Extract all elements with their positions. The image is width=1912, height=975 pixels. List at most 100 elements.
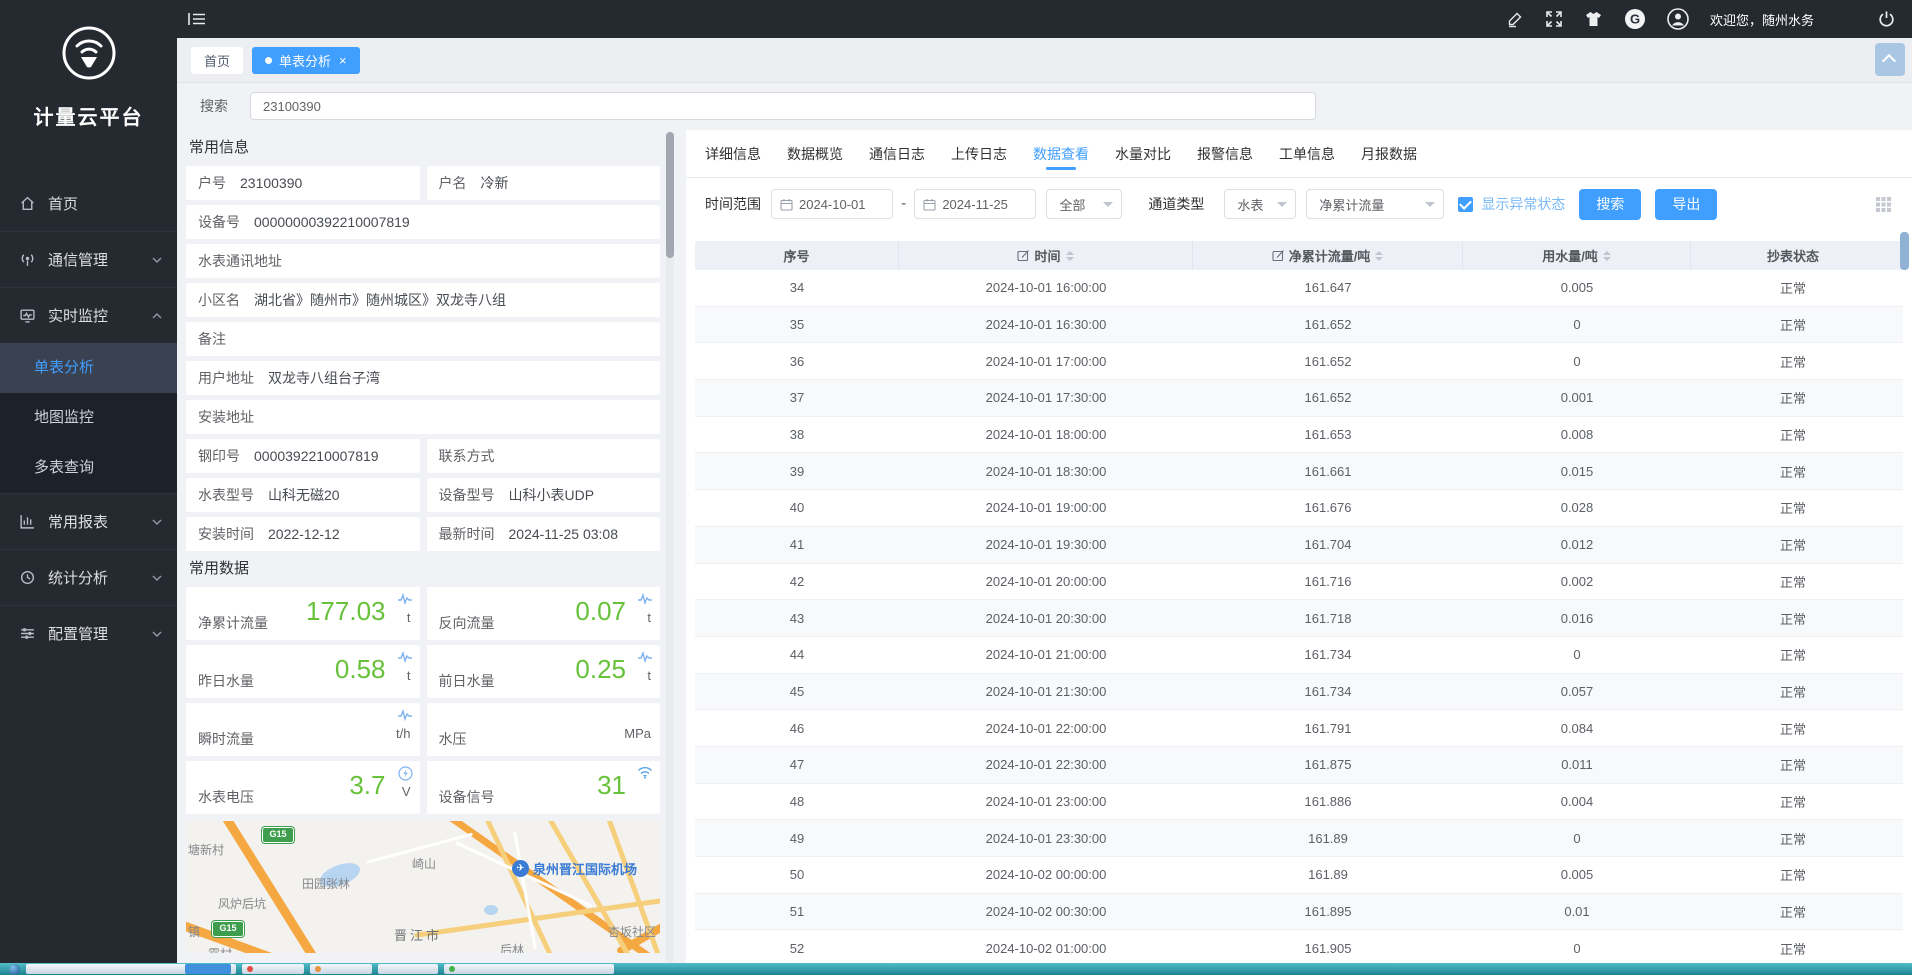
abnormal-status-checkbox[interactable]	[1458, 197, 1473, 212]
field-box: 设备号00000000392210007819	[186, 205, 660, 239]
taskbar-window-button[interactable]	[26, 964, 236, 974]
close-icon[interactable]: ×	[339, 53, 347, 68]
sidebar-item-multi-meter-query[interactable]: 多表查询	[0, 443, 177, 493]
date-from-input[interactable]: 2024-10-01	[771, 189, 893, 219]
map[interactable]: 塘新村田园张林崎山风炉后坑镇晋江市后林杏坂社区霞村G15G15✈泉州晋江国际机场	[186, 821, 660, 953]
channel-type-label: 通道类型	[1148, 194, 1204, 214]
table-cell: 正常	[1691, 388, 1895, 407]
table-cell: 0	[1463, 831, 1691, 846]
date-to-input[interactable]: 2024-11-25	[914, 189, 1036, 219]
detail-tab-8[interactable]: 月报数据	[1361, 130, 1417, 177]
left-panel-scrollbar[interactable]	[666, 132, 674, 963]
column-header-3[interactable]: 用水量/吨	[1463, 241, 1691, 270]
app-logo-icon	[60, 69, 118, 86]
table-cell: 0	[1463, 317, 1691, 332]
airport-marker: ✈泉州晋江国际机场	[512, 859, 637, 878]
grid-view-icon[interactable]	[1875, 196, 1892, 213]
collapse-menu-icon[interactable]	[187, 10, 207, 28]
field-label: 户号	[198, 173, 226, 193]
taskbar-window-button[interactable]	[444, 964, 614, 974]
table-cell: 161.89	[1193, 867, 1463, 882]
taskbar-window-button[interactable]	[242, 964, 304, 974]
scrollbar-thumb[interactable]	[666, 132, 674, 258]
table-row: 492024-10-01 23:30:00161.890正常	[695, 820, 1903, 857]
sort-icon[interactable]	[1375, 251, 1383, 261]
table-cell: 42	[695, 574, 899, 589]
power-icon[interactable]	[1877, 10, 1896, 29]
road-badge: G15	[212, 921, 244, 937]
card-row: 水表电压3.7V设备信号31	[186, 761, 660, 814]
table-cell: 正常	[1691, 352, 1895, 371]
table-cell: 49	[695, 831, 899, 846]
tab-single-meter-analysis[interactable]: 单表分析×	[252, 47, 360, 74]
sidebar-item-communication[interactable]: 通信管理	[0, 231, 177, 287]
date-from-value: 2024-10-01	[799, 197, 866, 212]
scroll-up-button[interactable]	[1875, 43, 1905, 76]
column-header-2[interactable]: 净累计流量/吨	[1193, 241, 1463, 270]
field-value: 2022-12-12	[268, 526, 340, 542]
detail-tab-7[interactable]: 工单信息	[1279, 130, 1335, 177]
sidebar-item-home[interactable]: 首页	[0, 176, 177, 231]
table-cell: 2024-10-01 18:30:00	[899, 464, 1193, 479]
table-cell: 161.734	[1193, 647, 1463, 662]
user-avatar-icon[interactable]	[1667, 8, 1689, 30]
table-cell: 2024-10-01 18:00:00	[899, 427, 1193, 442]
card-label: 瞬时流量	[198, 729, 254, 749]
granularity-select[interactable]: 全部	[1046, 189, 1122, 219]
chevron-down-icon	[151, 628, 163, 640]
sidebar-item-single-meter-analysis[interactable]: 单表分析	[0, 343, 177, 393]
search-input[interactable]	[250, 92, 1316, 120]
tab-home[interactable]: 首页	[191, 47, 243, 74]
data-section-title: 常用数据	[189, 557, 660, 579]
search-button[interactable]: 搜索	[1579, 189, 1641, 220]
detail-tab-0[interactable]: 详细信息	[705, 130, 761, 177]
airport-label: 泉州晋江国际机场	[533, 859, 637, 878]
taskbar-window-button[interactable]	[310, 964, 372, 974]
field-row: 设备号00000000392210007819	[186, 205, 660, 239]
field-box: 小区名湖北省》随州市》随州城区》双龙寺八组	[186, 283, 660, 317]
edit-pencil-icon[interactable]	[1506, 10, 1524, 28]
sidebar-item-common-reports[interactable]: 常用报表	[0, 493, 177, 549]
column-header-1[interactable]: 时间	[899, 241, 1193, 270]
export-button[interactable]: 导出	[1655, 189, 1717, 220]
sort-icon[interactable]	[1066, 251, 1074, 261]
field-label: 水表通讯地址	[198, 251, 282, 271]
detail-tab-2[interactable]: 通信日志	[869, 130, 925, 177]
detail-tab-1[interactable]: 数据概览	[787, 130, 843, 177]
field-row: 备注	[186, 322, 660, 356]
sort-icon[interactable]	[1603, 251, 1611, 261]
field-label: 设备型号	[439, 485, 495, 505]
detail-tab-6[interactable]: 报警信息	[1197, 130, 1253, 177]
meter-info-panel: 常用信息 户号23100390户名冷新设备号000000003922100078…	[186, 134, 660, 963]
sidebar-item-statistics[interactable]: 统计分析	[0, 549, 177, 605]
metric-select[interactable]: 净累计流量	[1306, 189, 1444, 219]
field-label: 最新时间	[439, 524, 495, 544]
signal-icon	[637, 766, 653, 784]
table-row: 402024-10-01 19:00:00161.6760.028正常	[695, 490, 1903, 527]
card-row: 净累计流量177.03t反向流量0.07t	[186, 587, 660, 640]
sidebar-item-configuration[interactable]: 配置管理	[0, 605, 177, 661]
channel-select[interactable]: 水表	[1224, 189, 1296, 219]
table-row: 462024-10-01 22:00:00161.7910.084正常	[695, 710, 1903, 747]
table-cell: 0	[1463, 647, 1691, 662]
detail-tab-3[interactable]: 上传日志	[951, 130, 1007, 177]
sidebar-item-map-monitor[interactable]: 地图监控	[0, 393, 177, 443]
start-button[interactable]	[9, 964, 20, 975]
table-row: 392024-10-01 18:30:00161.6610.015正常	[695, 453, 1903, 490]
field-label: 设备号	[198, 212, 240, 232]
sidebar-item-realtime-monitor[interactable]: 实时监控	[0, 287, 177, 343]
map-label: 塘新村	[188, 841, 224, 858]
card-unit: MPa	[624, 726, 651, 741]
table-scrollbar-thumb[interactable]	[1900, 232, 1909, 270]
g-badge-icon[interactable]: G	[1624, 8, 1646, 30]
theme-shirt-icon[interactable]	[1584, 11, 1603, 28]
table-cell: 161.89	[1193, 831, 1463, 846]
table-cell: 正常	[1691, 425, 1895, 444]
abnormal-status-label[interactable]: 显示异常状态	[1481, 194, 1565, 214]
table-cell: 161.875	[1193, 757, 1463, 772]
detail-tab-5[interactable]: 水量对比	[1115, 130, 1171, 177]
fullscreen-icon[interactable]	[1545, 10, 1563, 28]
taskbar-window-button[interactable]	[378, 964, 438, 974]
field-row: 安装时间2022-12-12最新时间2024-11-25 03:08	[186, 517, 660, 551]
detail-tab-4[interactable]: 数据查看	[1033, 130, 1089, 177]
